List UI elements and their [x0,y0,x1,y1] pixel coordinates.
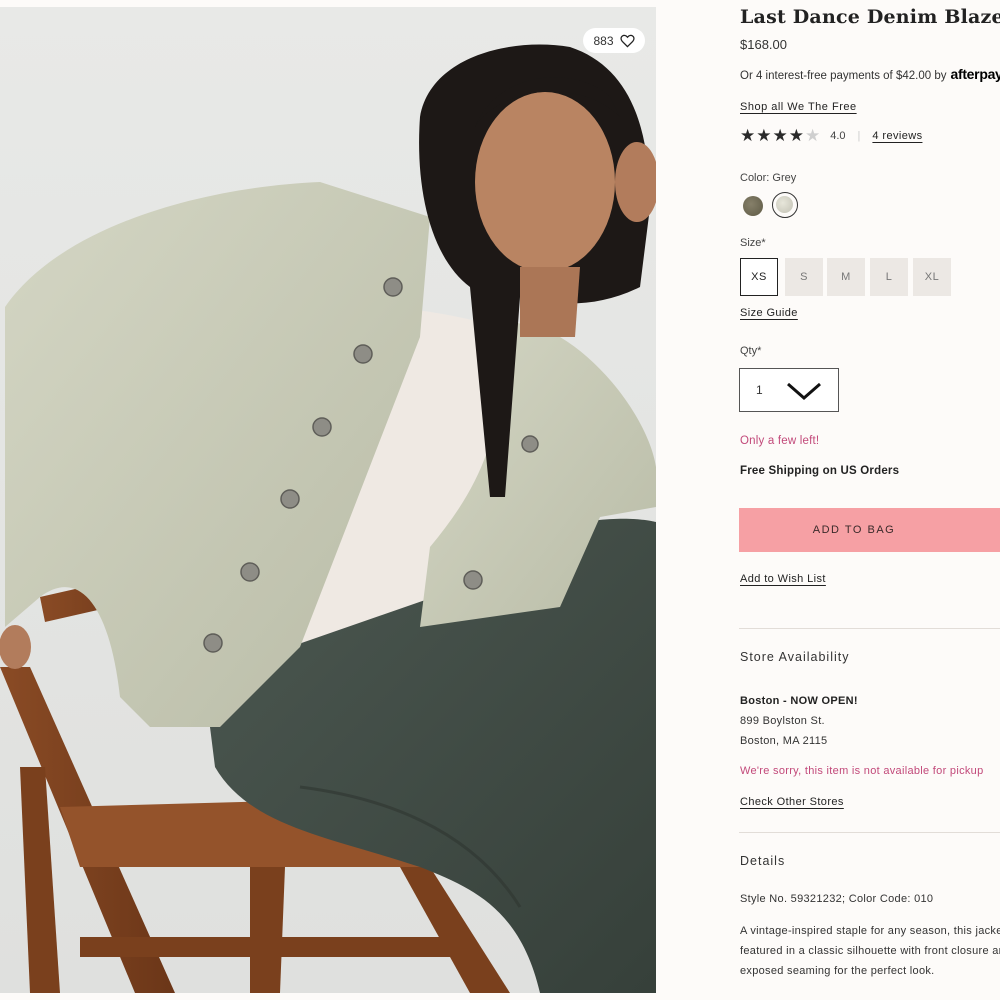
size-option-l[interactable]: L [870,258,908,296]
star-rating: ★ ★ ★ ★ ★ [740,127,820,144]
size-option-xs[interactable]: XS [740,258,778,296]
installments-info: Or 4 interest-free payments of $42.00 by… [740,66,1000,82]
product-title: Last Dance Denim Blazer [740,6,1000,28]
add-to-bag-button[interactable]: ADD TO BAG [739,508,1000,552]
size-label: Size* [740,237,766,249]
product-photo-illustration [0,7,656,993]
qty-label: Qty* [740,345,762,357]
chevron-down-icon [787,382,821,400]
rating-row: ★ ★ ★ ★ ★ 4.0 | 4 reviews [740,127,922,144]
star-icon: ★ [740,126,756,145]
store-availability-message: We're sorry, this item is not available … [740,765,984,777]
heart-icon [619,34,635,48]
installments-text: Or 4 interest-free payments of $42.00 by [740,70,947,82]
divider [739,832,1000,833]
rating-divider: | [857,129,861,142]
product-image[interactable]: 883 [0,7,656,993]
low-stock-message: Only a few left! [740,435,820,447]
star-icon: ★ [772,126,788,145]
color-swatch-grey[interactable] [772,192,798,218]
check-other-stores-link[interactable]: Check Other Stores [740,796,844,808]
product-price: $168.00 [740,37,787,52]
store-address-line2: Boston, MA 2115 [740,735,828,747]
quantity-value: 1 [756,383,763,397]
shop-all-brand-link[interactable]: Shop all We The Free [740,101,857,113]
size-option-xl[interactable]: XL [913,258,951,296]
rating-value: 4.0 [830,129,846,142]
star-icon: ★ [756,126,772,145]
divider [739,628,1000,629]
color-label: Color: Grey [740,172,797,184]
color-swatch-olive[interactable] [743,196,763,216]
store-name: Boston - NOW OPEN! [740,695,858,707]
size-option-m[interactable]: M [827,258,865,296]
like-button[interactable]: 883 [583,28,645,53]
size-guide-link[interactable]: Size Guide [740,307,798,319]
details-heading: Details [740,854,786,868]
product-info-panel: Last Dance Denim Blazer $168.00 Or 4 int… [656,0,1000,1000]
star-icon: ★ [788,126,804,145]
product-description: A vintage-inspired staple for any season… [740,925,1000,977]
style-number: Style No. 59321232; Color Code: 010 [740,893,934,905]
store-address-line1: 899 Boylston St. [740,715,825,727]
store-availability-heading: Store Availability [740,650,850,664]
afterpay-logo[interactable]: afterpay [950,66,1000,82]
size-option-s[interactable]: S [785,258,823,296]
like-count: 883 [593,33,614,48]
quantity-select[interactable]: 1 [739,368,839,412]
reviews-link[interactable]: 4 reviews [872,130,922,142]
add-to-wish-list-link[interactable]: Add to Wish List [740,573,826,585]
star-empty-icon: ★ [805,126,821,145]
shipping-message: Free Shipping on US Orders [740,465,900,477]
